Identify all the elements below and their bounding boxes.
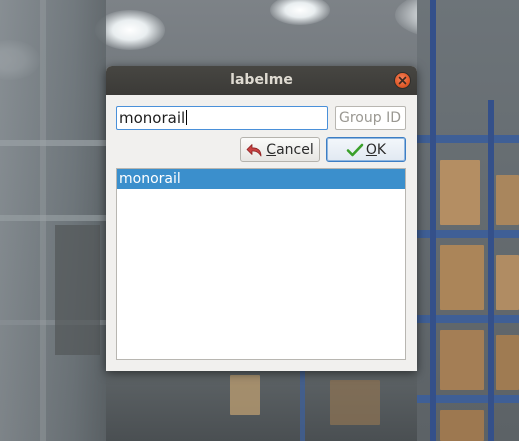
close-icon — [398, 76, 407, 85]
checkmark-icon — [346, 143, 364, 156]
window-title: labelme — [230, 72, 293, 88]
label-name-input[interactable]: monorail — [116, 106, 328, 130]
label-list[interactable]: monorail — [116, 168, 406, 360]
ok-button[interactable]: OK — [326, 137, 406, 162]
dialog-body: monorail Group ID Cancel OK monorail — [106, 95, 417, 371]
cancel-button[interactable]: Cancel — [240, 137, 320, 162]
title-bar[interactable]: labelme — [106, 66, 417, 95]
group-id-placeholder: Group ID — [339, 110, 401, 126]
undo-arrow-icon — [246, 143, 262, 156]
ok-button-label: OK — [365, 141, 387, 158]
label-dialog: labelme monorail Group ID Cancel OK mono… — [106, 66, 417, 371]
close-button[interactable] — [395, 73, 410, 88]
cancel-button-label: Cancel — [266, 141, 314, 158]
text-caret — [186, 110, 188, 125]
group-id-input[interactable]: Group ID — [335, 106, 406, 130]
label-name-value: monorail — [119, 109, 186, 127]
list-item[interactable]: monorail — [117, 169, 405, 189]
